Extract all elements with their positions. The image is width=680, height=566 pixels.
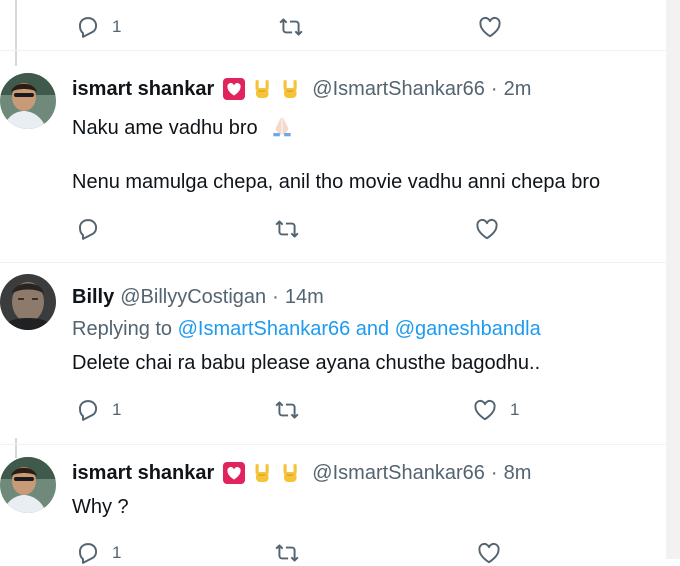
thread-line-bottom: [15, 438, 17, 458]
avatar[interactable]: [0, 274, 56, 330]
sign-of-horns-icon: [250, 77, 274, 101]
avatar-photo: [0, 73, 56, 129]
reply-icon: [74, 397, 100, 423]
reply-button[interactable]: 1: [74, 14, 121, 40]
timestamp[interactable]: 8m: [504, 462, 532, 485]
mention-and[interactable]: and: [356, 318, 389, 340]
like-icon: [477, 14, 503, 40]
divider: [0, 444, 666, 445]
sign-of-horns-icon: [278, 77, 302, 101]
user-handle[interactable]: @IsmartShankar66: [312, 462, 485, 485]
tweet-header: ismart shankar @IsmartShankar66 · 2m: [72, 77, 531, 101]
display-name[interactable]: Billy: [72, 286, 114, 309]
name-badges: [222, 461, 302, 485]
separator-dot: ·: [272, 286, 279, 308]
like-icon: [476, 540, 502, 566]
like-icon: [472, 397, 498, 423]
display-name[interactable]: ismart shankar: [72, 462, 214, 485]
separator-dot: ·: [490, 461, 498, 484]
display-name[interactable]: ismart shankar: [72, 78, 214, 101]
like-count: 1: [510, 400, 520, 419]
retweet-icon: [278, 14, 304, 40]
tweet-text-line-2: Nenu mamulga chepa, anil tho movie vadhu…: [72, 171, 601, 193]
reply-count: 1: [112, 400, 122, 419]
reply-count: 1: [112, 17, 122, 36]
avatar-photo: [0, 457, 56, 513]
retweet-button[interactable]: [278, 14, 304, 40]
timestamp[interactable]: 2m: [504, 78, 532, 101]
retweet-icon: [274, 540, 300, 566]
reply-icon: [74, 216, 100, 242]
timestamp[interactable]: 14m: [285, 286, 324, 309]
like-button[interactable]: [474, 216, 500, 242]
heart-badge-icon: [222, 77, 246, 101]
sign-of-horns-icon: [278, 461, 302, 485]
like-icon: [474, 216, 500, 242]
tweet-text: Why ?: [72, 496, 129, 518]
name-badges: [222, 77, 302, 101]
replying-to-line: Replying to @IsmartShankar66 and @ganesh…: [72, 318, 541, 341]
tweet-text: Naku ame vadhu bro: [72, 117, 258, 139]
mention-link[interactable]: @ganeshbandla: [395, 318, 541, 340]
reply-button[interactable]: 1: [74, 397, 121, 423]
reply-icon: [74, 540, 100, 566]
retweet-button[interactable]: [274, 397, 300, 423]
retweet-icon: [274, 216, 300, 242]
retweet-button[interactable]: [274, 540, 300, 566]
divider: [0, 50, 666, 51]
replying-to-label: Replying to: [72, 318, 173, 340]
folded-hands-emoji-icon: [269, 113, 295, 139]
user-handle[interactable]: @IsmartShankar66: [312, 78, 485, 101]
user-handle[interactable]: @BillyyCostigan: [120, 286, 266, 309]
sign-of-horns-icon: [250, 461, 274, 485]
reply-button[interactable]: 1: [74, 540, 121, 566]
tweet-text-line-1: Naku ame vadhu bro: [72, 113, 295, 140]
thread-line-top: [15, 0, 17, 66]
tweet-header: Billy @BillyyCostigan · 14m: [72, 286, 324, 309]
reply-icon: [74, 14, 100, 40]
separator-dot: ·: [490, 77, 498, 100]
like-button[interactable]: 1: [472, 397, 519, 423]
tweet-text: Delete chai ra babu please ayana chusthe…: [72, 352, 541, 374]
heart-badge-icon: [222, 461, 246, 485]
reply-count: 1: [112, 543, 122, 562]
retweet-button[interactable]: [274, 216, 300, 242]
avatar[interactable]: [0, 73, 56, 129]
scrollbar-track[interactable]: [666, 0, 680, 559]
divider: [0, 262, 666, 263]
like-button[interactable]: [476, 540, 502, 566]
tweet-header: ismart shankar @IsmartShankar66 · 8m: [72, 461, 531, 485]
avatar-photo: [0, 274, 56, 330]
avatar[interactable]: [0, 457, 56, 513]
reply-button[interactable]: [74, 216, 100, 242]
retweet-icon: [274, 397, 300, 423]
mention-link[interactable]: @IsmartShankar66: [178, 318, 351, 340]
like-button[interactable]: [477, 14, 503, 40]
